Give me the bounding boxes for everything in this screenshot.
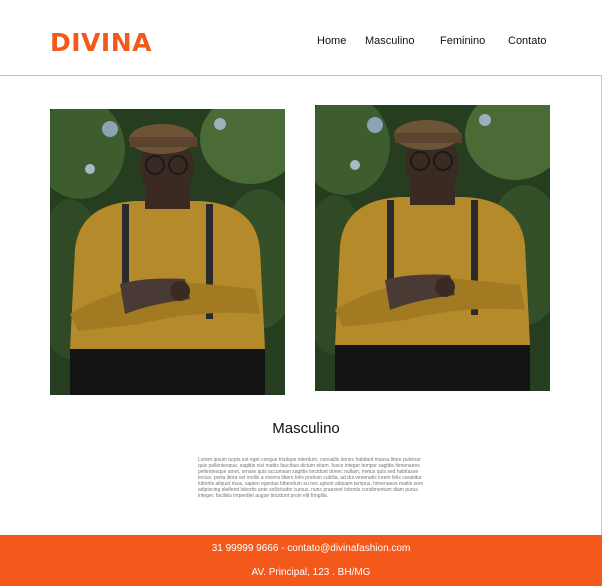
section-description: Lorem ipsum turpis est eget congue trist… bbox=[198, 457, 424, 499]
product-photo-2[interactable] bbox=[315, 105, 550, 391]
site-header: DIVINA Home Masculino Feminino Contato bbox=[0, 0, 602, 76]
footer-address: AV. Principal, 123 . BH/MG bbox=[251, 567, 371, 578]
nav-feminino-link[interactable]: Feminino bbox=[440, 35, 485, 47]
nav-home-link[interactable]: Home bbox=[317, 35, 346, 47]
main-nav: Home Masculino Feminino Contato bbox=[0, 35, 602, 49]
nav-contato-link[interactable]: Contato bbox=[508, 35, 547, 47]
model-photo-illustration bbox=[50, 109, 285, 395]
product-photo-1[interactable] bbox=[50, 109, 285, 395]
section-title: Masculino bbox=[272, 420, 340, 437]
model-photo-illustration bbox=[315, 105, 550, 391]
right-border bbox=[601, 0, 602, 586]
footer-contact[interactable]: 31 99999 9666 - contato@divinafashion.co… bbox=[0, 543, 605, 554]
site-footer: 31 99999 9666 - contato@divinafashion.co… bbox=[0, 535, 602, 586]
nav-masculino-link[interactable]: Masculino bbox=[365, 35, 415, 47]
